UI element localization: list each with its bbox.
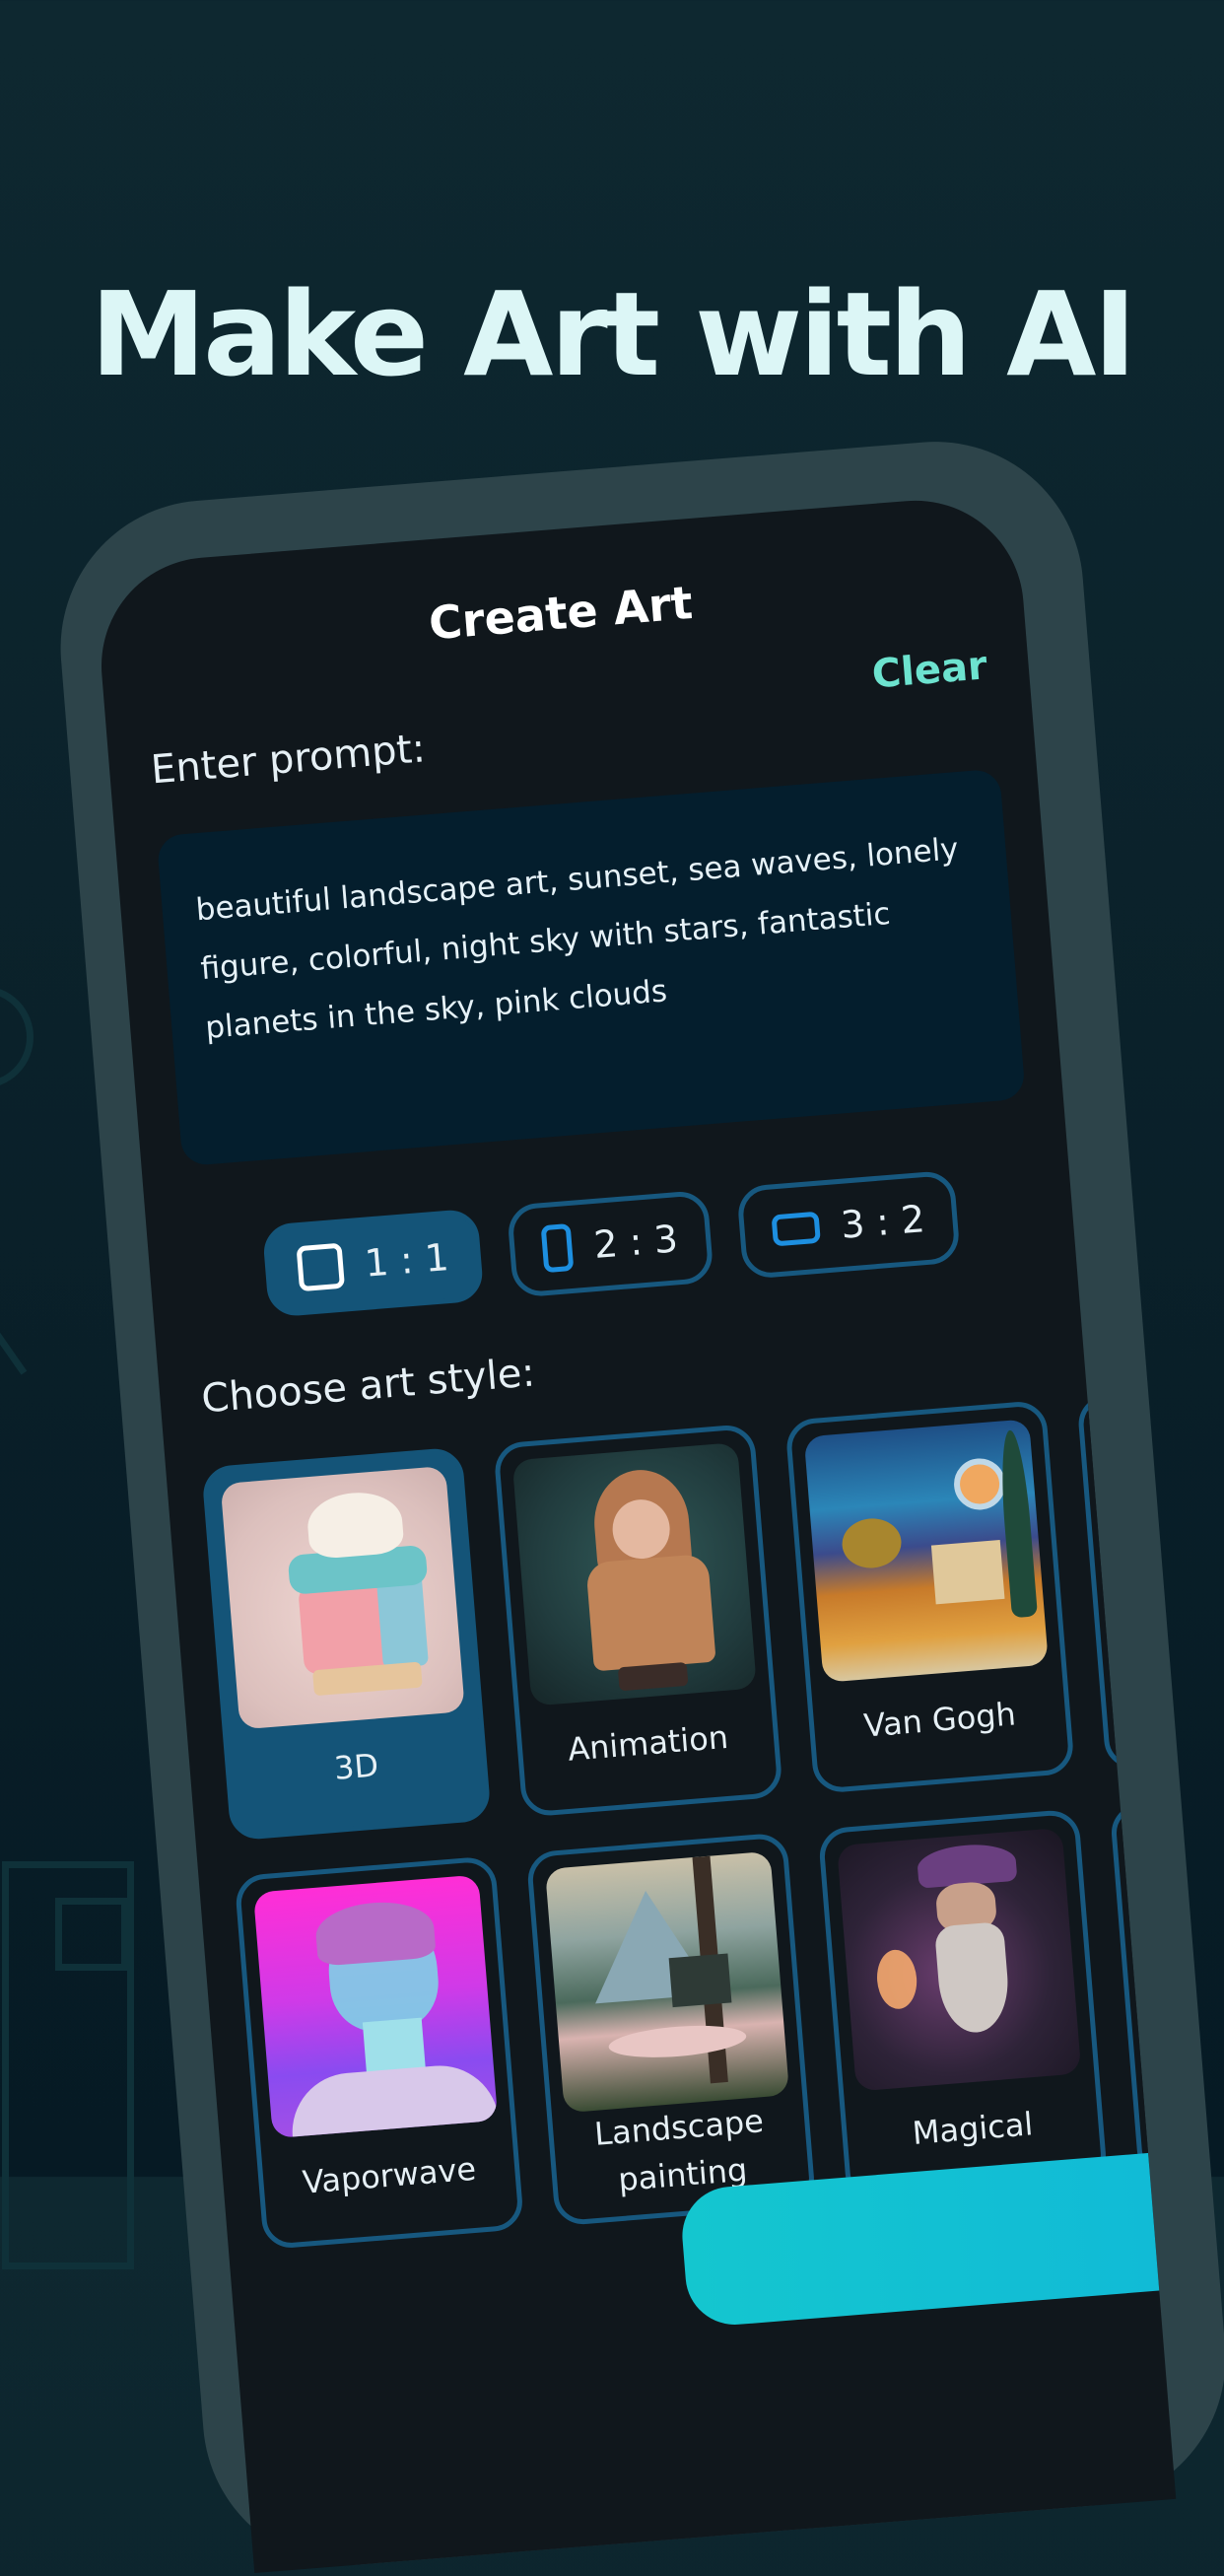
style-thumbnail-landscape-painting bbox=[544, 1850, 790, 2114]
phone-mockup: Create Art Clear Enter prompt: beautiful… bbox=[49, 430, 1224, 2576]
style-card-more-2[interactable] bbox=[1109, 1784, 1177, 2180]
landscape-rect-icon bbox=[771, 1211, 821, 1247]
clear-button[interactable]: Clear bbox=[870, 643, 988, 697]
ratio-button-2-3[interactable]: 2 : 3 bbox=[507, 1189, 714, 1298]
style-thumbnail-animation bbox=[511, 1442, 757, 1706]
ratio-label: 2 : 3 bbox=[591, 1217, 680, 1267]
style-label-vaporwave: Vaporwave bbox=[301, 2149, 478, 2201]
background-frame-decoration-inner bbox=[55, 1898, 128, 1971]
style-card-3d[interactable]: 3D bbox=[201, 1446, 492, 1842]
portrait-rect-icon bbox=[540, 1222, 575, 1274]
style-card-landscape-painting[interactable]: Landscape painting bbox=[525, 1832, 817, 2227]
ratio-button-3-2[interactable]: 3 : 2 bbox=[735, 1169, 961, 1281]
style-label-3d: 3D bbox=[332, 1746, 380, 1787]
style-card-van-gogh[interactable]: Van Gogh bbox=[784, 1399, 1075, 1794]
style-card-vaporwave[interactable]: Vaporwave bbox=[234, 1855, 525, 2251]
style-label-van-gogh: Van Gogh bbox=[862, 1695, 1018, 1745]
background-circle-decoration bbox=[0, 986, 34, 1088]
style-label-animation: Animation bbox=[566, 1717, 730, 1769]
style-thumbnail-more-1 bbox=[1095, 1395, 1177, 1659]
style-thumbnail-magical bbox=[837, 1827, 1082, 2092]
square-icon bbox=[296, 1242, 346, 1292]
style-thumbnail-3d bbox=[220, 1465, 465, 1730]
headline: Make Art with AI bbox=[90, 266, 1137, 403]
prompt-label: Enter prompt: bbox=[149, 726, 428, 794]
ratio-label: 1 : 1 bbox=[363, 1235, 450, 1286]
ratio-label: 3 : 2 bbox=[839, 1197, 927, 1247]
ratio-button-1-1[interactable]: 1 : 1 bbox=[261, 1208, 485, 1318]
background-line-decoration bbox=[0, 1322, 28, 1375]
style-label: Choose art style: bbox=[199, 1350, 537, 1423]
style-card-magical[interactable]: Magical bbox=[817, 1808, 1109, 2203]
prompt-input[interactable]: beautiful landscape art, sunset, sea wav… bbox=[156, 768, 1026, 1167]
create-art-screen: Create Art Clear Enter prompt: beautiful… bbox=[93, 492, 1177, 2574]
style-card-more-1[interactable] bbox=[1076, 1376, 1177, 1772]
style-thumbnail-vaporwave bbox=[252, 1874, 499, 2139]
style-thumbnail-more-2 bbox=[1128, 1804, 1177, 2068]
aspect-ratio-selector: 1 : 1 2 : 3 3 : 2 bbox=[147, 1160, 1076, 1327]
art-style-grid: 3D Animation Van Gogh Vaporwave Landscap… bbox=[201, 1373, 1177, 2251]
style-thumbnail-van-gogh bbox=[803, 1419, 1049, 1683]
style-card-animation[interactable]: Animation bbox=[493, 1423, 783, 1818]
